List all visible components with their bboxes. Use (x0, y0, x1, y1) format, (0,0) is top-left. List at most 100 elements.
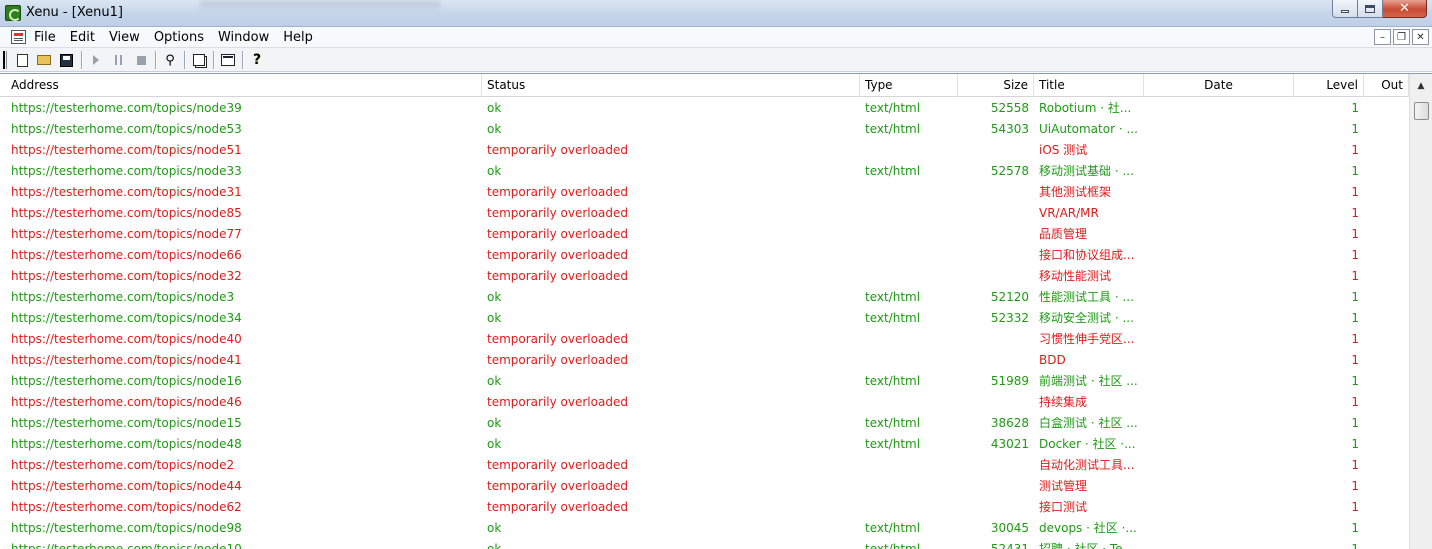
mdi-restore-button[interactable]: ❐ (1393, 29, 1410, 45)
cell-title: 品质管理 (1039, 227, 1088, 241)
cell-date (1144, 287, 1294, 308)
table-row[interactable]: https://testerhome.com/topics/node98 ok te… (0, 518, 1409, 539)
pause-button[interactable] (109, 51, 127, 69)
cell-level: 1 (1351, 164, 1359, 178)
table-row[interactable]: https://testerhome.com/topics/node40 temp… (0, 329, 1409, 350)
window-caption-buttons: ✕ (1332, 0, 1427, 19)
column-header-size[interactable]: Size (958, 74, 1034, 97)
close-button[interactable]: ✕ (1383, 0, 1427, 18)
properties-button[interactable] (219, 51, 237, 69)
results-list[interactable]: Address Status Type Size Title Date Leve… (0, 73, 1432, 549)
menu-view[interactable]: View (109, 30, 140, 45)
table-row[interactable]: https://testerhome.com/topics/node48 ok te… (0, 434, 1409, 455)
cell-size (958, 182, 1034, 203)
scroll-up-arrow-icon[interactable]: ▲ (1410, 74, 1432, 98)
menu-help[interactable]: Help (283, 30, 313, 45)
column-header-address[interactable]: Address (0, 74, 482, 97)
column-header-level[interactable]: Level (1294, 74, 1364, 97)
cell-type (860, 224, 958, 245)
cell-title: 招聘 · 社区 · Te... (1039, 542, 1135, 549)
menu-window[interactable]: Window (218, 30, 269, 45)
table-row[interactable]: https://testerhome.com/topics/node62 temp… (0, 497, 1409, 518)
menu-file[interactable]: File (34, 30, 56, 45)
cell-out (1364, 308, 1409, 329)
minimize-button[interactable] (1332, 0, 1358, 18)
cell-level: 1 (1351, 458, 1359, 472)
cell-title: 性能测试工具 · ... (1039, 290, 1134, 304)
window-title: Xenu - [Xenu1] (26, 5, 123, 20)
table-row[interactable]: https://testerhome.com/topics/node53 ok te… (0, 119, 1409, 140)
minimize-icon (1341, 9, 1349, 13)
column-header-title[interactable]: Title (1034, 74, 1144, 97)
column-header-date[interactable]: Date (1144, 74, 1294, 97)
toolbar-grip[interactable] (3, 51, 7, 69)
table-row[interactable]: https://testerhome.com/topics/node10 ok te… (0, 539, 1409, 549)
cell-size: 52332 (990, 311, 1029, 325)
cell-title: 移动测试基础 · ... (1039, 164, 1134, 178)
cell-date (1144, 119, 1294, 140)
column-header-status[interactable]: Status (482, 74, 860, 97)
cell-status: temporarily overloaded (487, 479, 628, 493)
play-button[interactable] (87, 51, 105, 69)
minimize-icon: – (1380, 31, 1385, 43)
cell-date (1144, 203, 1294, 224)
table-row[interactable]: https://testerhome.com/topics/node34 ok te… (0, 308, 1409, 329)
cell-address: https://testerhome.com/topics/node77 (11, 227, 242, 241)
mdi-minimize-button[interactable]: – (1374, 29, 1391, 45)
table-row[interactable]: https://testerhome.com/topics/node77 temp… (0, 224, 1409, 245)
cell-date (1144, 308, 1294, 329)
table-row[interactable]: https://testerhome.com/topics/node85 temp… (0, 203, 1409, 224)
column-header-type[interactable]: Type (860, 74, 958, 97)
cell-status: temporarily overloaded (487, 185, 628, 199)
cell-date (1144, 476, 1294, 497)
stop-button[interactable] (132, 51, 150, 69)
copy-button[interactable] (190, 51, 208, 69)
new-button[interactable] (13, 51, 31, 69)
cell-size: 52558 (990, 101, 1029, 115)
table-row[interactable]: https://testerhome.com/topics/node66 temp… (0, 245, 1409, 266)
cell-status: ok (487, 374, 502, 388)
table-row[interactable]: https://testerhome.com/topics/node33 ok te… (0, 161, 1409, 182)
cell-size (958, 224, 1034, 245)
save-button[interactable] (57, 51, 75, 69)
cell-level: 1 (1351, 395, 1359, 409)
cell-out (1364, 266, 1409, 287)
mdi-child-buttons: – ❐ ✕ (1372, 29, 1429, 45)
menu-options[interactable]: Options (154, 30, 204, 45)
mdi-close-button[interactable]: ✕ (1412, 29, 1429, 45)
table-row[interactable]: https://testerhome.com/topics/node51 temp… (0, 140, 1409, 161)
cell-out (1364, 98, 1409, 119)
table-row[interactable]: https://testerhome.com/topics/node3 ok tex… (0, 287, 1409, 308)
cell-out (1364, 518, 1409, 539)
table-row[interactable]: https://testerhome.com/topics/node16 ok te… (0, 371, 1409, 392)
cell-type (860, 392, 958, 413)
open-button[interactable] (35, 51, 53, 69)
table-row[interactable]: https://testerhome.com/topics/node15 ok te… (0, 413, 1409, 434)
cell-out (1364, 140, 1409, 161)
cell-status: temporarily overloaded (487, 227, 628, 241)
table-row[interactable]: https://testerhome.com/topics/node2 tempo… (0, 455, 1409, 476)
table-row[interactable]: https://testerhome.com/topics/node39 ok te… (0, 98, 1409, 119)
vertical-scrollbar[interactable]: ▲ (1409, 74, 1432, 549)
cell-out (1364, 161, 1409, 182)
xenu-app-icon[interactable] (5, 5, 21, 21)
table-row[interactable]: https://testerhome.com/topics/node31 temp… (0, 182, 1409, 203)
cell-type (860, 266, 958, 287)
table-row[interactable]: https://testerhome.com/topics/node32 temp… (0, 266, 1409, 287)
cell-address: https://testerhome.com/topics/node2 (11, 458, 235, 472)
column-header-out[interactable]: Out (1364, 74, 1409, 97)
play-icon (93, 55, 99, 65)
scrollbar-thumb[interactable] (1414, 102, 1429, 120)
cell-size (958, 476, 1034, 497)
document-system-menu-icon[interactable] (11, 30, 26, 44)
table-row[interactable]: https://testerhome.com/topics/node41 temp… (0, 350, 1409, 371)
cell-size: 52431 (990, 542, 1029, 549)
cell-type: text/html (865, 311, 921, 325)
maximize-button[interactable] (1358, 0, 1383, 18)
table-row[interactable]: https://testerhome.com/topics/node44 temp… (0, 476, 1409, 497)
cell-address: https://testerhome.com/topics/node62 (11, 500, 242, 514)
menu-edit[interactable]: Edit (70, 30, 95, 45)
table-row[interactable]: https://testerhome.com/topics/node46 temp… (0, 392, 1409, 413)
help-button[interactable]: ? (248, 51, 266, 69)
find-button[interactable]: ⚲ (161, 51, 179, 69)
